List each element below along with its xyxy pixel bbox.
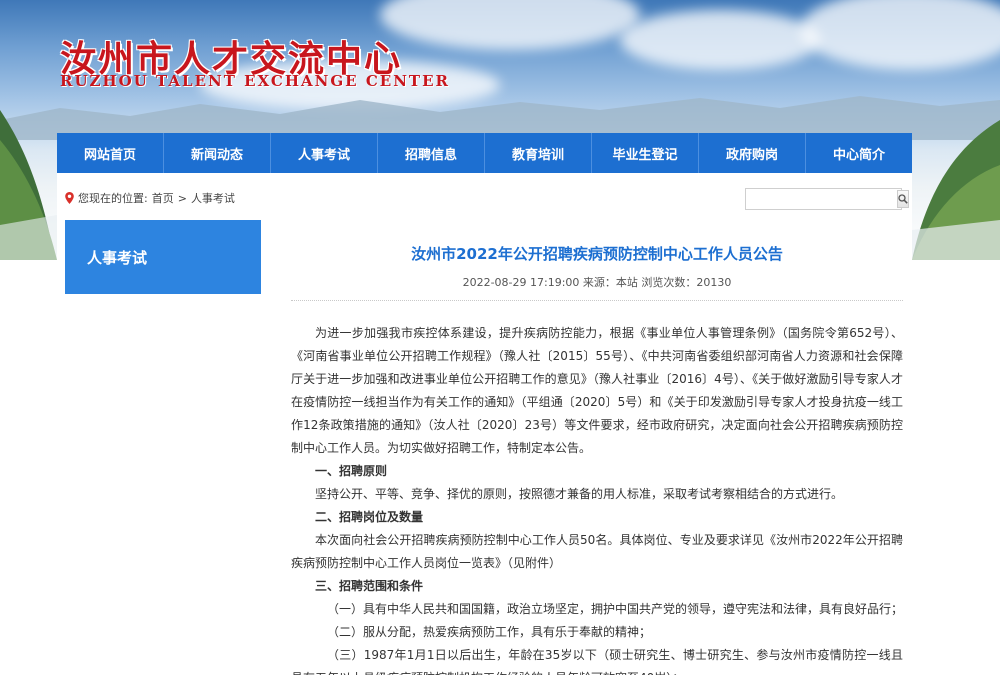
- nav-item-government-posts[interactable]: 政府购岗: [699, 133, 806, 173]
- nav-item-graduate-registration[interactable]: 毕业生登记: [592, 133, 699, 173]
- breadcrumb-separator: >: [177, 191, 187, 205]
- sidebar-category-title[interactable]: 人事考试: [65, 220, 261, 294]
- nav-item-news[interactable]: 新闻动态: [164, 133, 271, 173]
- nav-item-about[interactable]: 中心简介: [806, 133, 912, 173]
- search-icon: [898, 194, 908, 204]
- article-meta: 2022-08-29 17:19:00 来源：本站 浏览次数：20130: [462, 276, 732, 289]
- breadcrumb: 您现在的位置: 首页 > 人事考试: [65, 190, 235, 206]
- condition-item: （二）服从分配，热爱疾病预防工作，具有乐于奉献的精神；: [327, 625, 652, 639]
- article-paragraph: 为进一步加强我市疾控体系建设，提升疾病防控能力，根据《事业单位人事管理条例》（国…: [291, 326, 903, 455]
- condition-item: （三）1987年1月1日以后出生，年龄在35岁以下（硕士研究生、博士研究生、参与…: [291, 648, 903, 675]
- nav-item-education[interactable]: 教育培训: [485, 133, 592, 173]
- condition-item: （一）具有中华人民共和国国籍，政治立场坚定，拥护中国共产党的领导，遵守宪法和法律…: [327, 602, 904, 616]
- article-paragraph: 坚持公开、平等、竞争、择优的原则，按照德才兼备的用人标准，采取考试考察相结合的方…: [315, 487, 844, 501]
- search-input[interactable]: [746, 189, 896, 209]
- location-pin-icon: [65, 192, 74, 204]
- breadcrumb-prefix: 您现在的位置:: [78, 192, 148, 205]
- nav-item-home[interactable]: 网站首页: [57, 133, 164, 173]
- breadcrumb-home-link[interactable]: 首页: [152, 190, 174, 206]
- article-paragraph: 本次面向社会公开招聘疾病预防控制中心工作人员50名。具体岗位、专业及要求详见《汝…: [291, 533, 903, 570]
- breadcrumb-current[interactable]: 人事考试: [191, 190, 235, 206]
- search-box: [745, 188, 909, 210]
- title-divider: [291, 300, 903, 301]
- main-nav: 网站首页 新闻动态 人事考试 招聘信息 教育培训 毕业生登记 政府购岗 中心简介: [57, 133, 912, 173]
- nav-item-personnel-exam[interactable]: 人事考试: [271, 133, 378, 173]
- site-logo-subtitle: RUZHOU TALENT EXCHANGE CENTER: [60, 72, 450, 90]
- nav-item-recruitment[interactable]: 招聘信息: [378, 133, 485, 173]
- section-heading: 三、招聘范围和条件: [315, 579, 424, 593]
- section-heading: 二、招聘岗位及数量: [315, 510, 424, 524]
- search-button[interactable]: [897, 190, 909, 208]
- article-title: 汝州市2022年公开招聘疾病预防控制中心工作人员公告: [411, 245, 783, 263]
- section-heading: 一、招聘原则: [315, 464, 388, 478]
- article-body: 为进一步加强我市疾控体系建设，提升疾病防控能力，根据《事业单位人事管理条例》（国…: [291, 322, 903, 675]
